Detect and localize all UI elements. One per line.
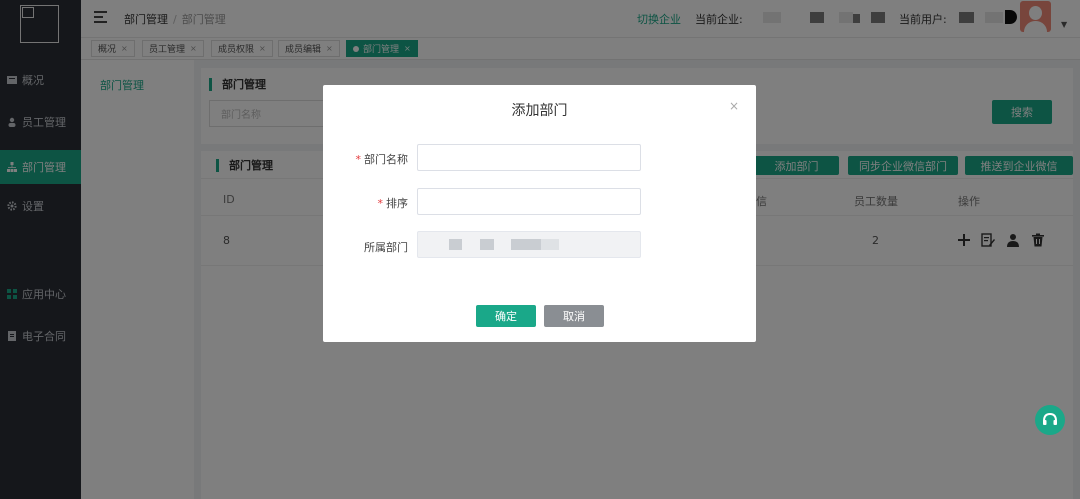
- redacted-block: [511, 239, 541, 250]
- department-name-input[interactable]: [417, 144, 641, 171]
- parent-department-label: 所属部门: [364, 241, 408, 254]
- redacted-block: [449, 239, 462, 250]
- parent-department-select: [417, 231, 641, 258]
- sort-order-label: * 排序: [377, 197, 409, 210]
- sort-order-label-text: 排序: [386, 197, 408, 210]
- department-name-label: * 部门名称: [355, 153, 409, 166]
- add-department-dialog: 添加部门 × * 部门名称 * 排序 所属部门 确定 取消: [323, 85, 756, 342]
- cancel-button[interactable]: 取消: [544, 305, 604, 327]
- confirm-button[interactable]: 确定: [476, 305, 536, 327]
- headset-icon: [1043, 412, 1057, 425]
- department-name-label-text: 部门名称: [364, 153, 408, 166]
- close-icon[interactable]: ×: [729, 99, 739, 113]
- dialog-title: 添加部门: [511, 103, 568, 119]
- sort-order-input[interactable]: [417, 188, 641, 215]
- customer-support-button[interactable]: [1035, 405, 1065, 435]
- redacted-block: [541, 239, 559, 250]
- redacted-block: [480, 239, 494, 250]
